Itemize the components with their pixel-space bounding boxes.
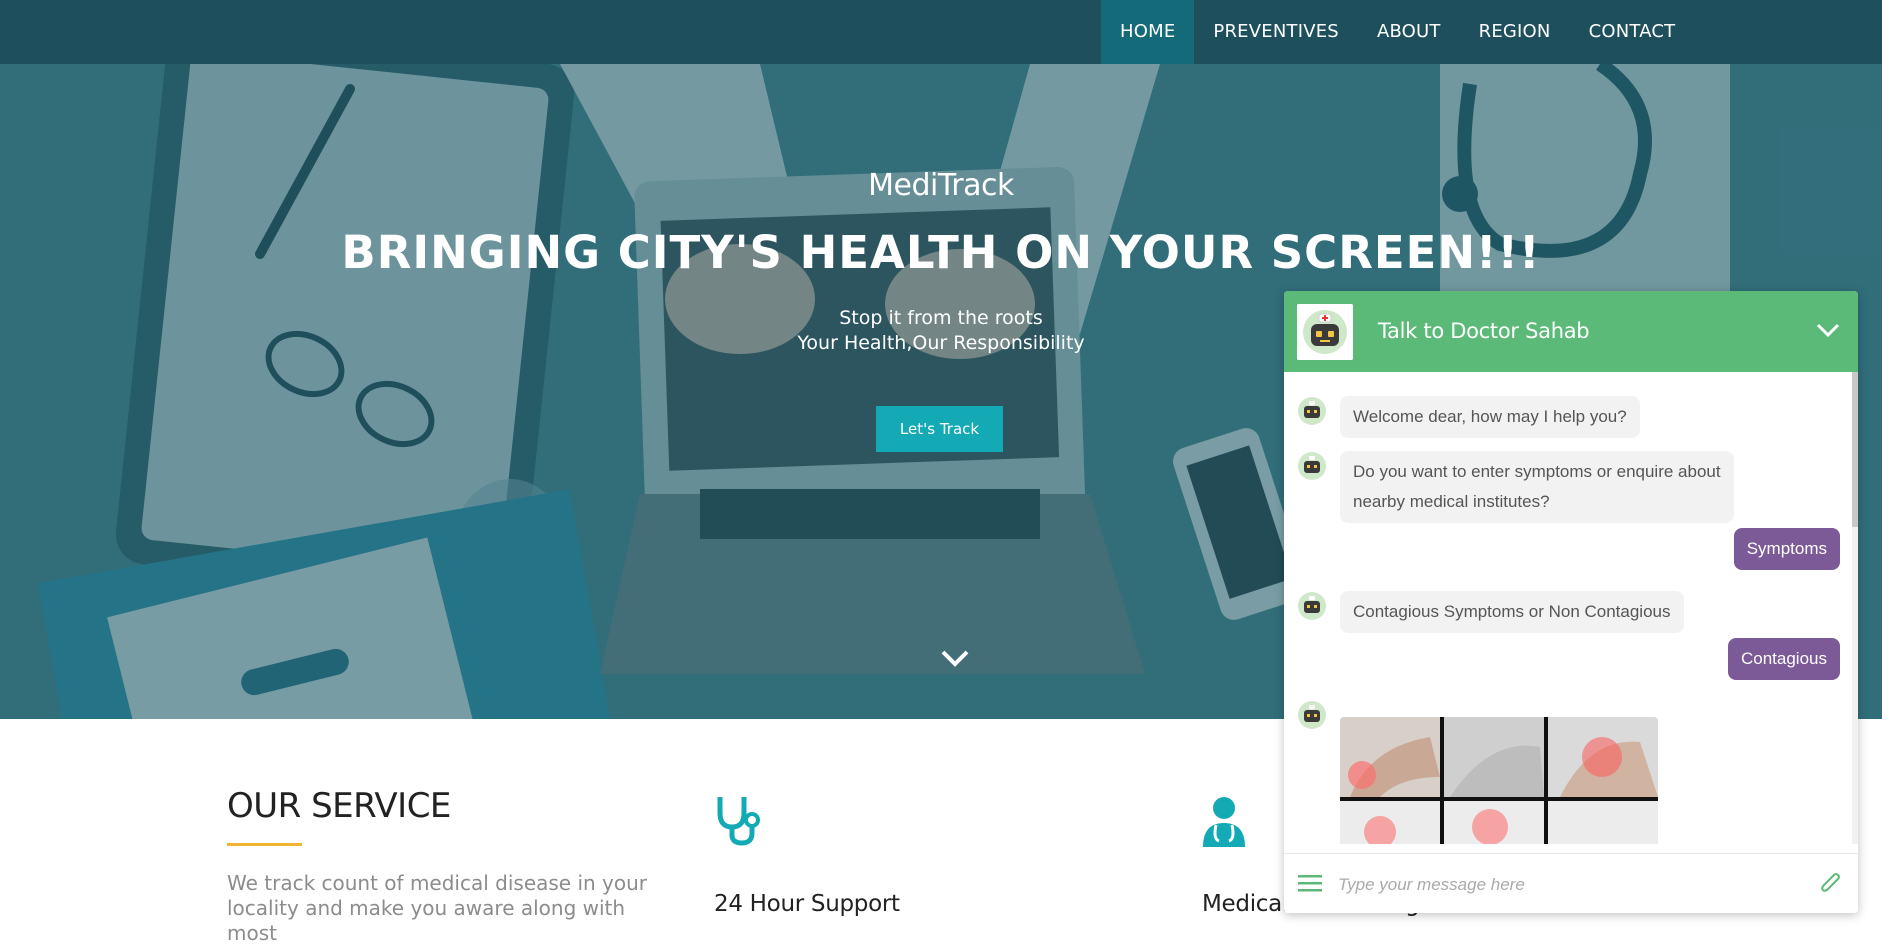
nav-item-preventives[interactable]: PREVENTIVES <box>1194 0 1358 64</box>
bot-avatar-icon <box>1298 701 1326 729</box>
hero-headline: BRINGING CITY'S HEALTH ON YOUR SCREEN!!! <box>341 226 1541 279</box>
bot-message: Welcome dear, how may I help you? <box>1340 396 1640 438</box>
doctor-icon <box>1203 797 1245 847</box>
lets-track-button[interactable]: Let's Track <box>876 406 1003 452</box>
bot-message-line: nearby medical institutes? <box>1353 492 1550 511</box>
chat-input-bar <box>1284 853 1858 913</box>
chatbot-widget: Talk to Doctor Sahab Welcome dear, how m… <box>1284 291 1858 913</box>
nav-item-region[interactable]: REGION <box>1460 0 1570 64</box>
user-message[interactable]: Symptoms <box>1733 528 1840 570</box>
nav-item-contact[interactable]: CONTACT <box>1570 0 1695 64</box>
services-title: OUR SERVICE <box>227 786 451 826</box>
chat-header[interactable]: Talk to Doctor Sahab <box>1284 291 1858 372</box>
bot-message: Do you want to enter symptoms or enquire… <box>1340 451 1734 523</box>
symptoms-image[interactable] <box>1340 717 1658 844</box>
stethoscope-icon <box>717 797 760 846</box>
top-navbar: HOME PREVENTIVES ABOUT REGION CONTACT <box>0 0 1882 64</box>
menu-icon[interactable] <box>1298 874 1322 892</box>
chevron-down-icon[interactable] <box>940 649 970 669</box>
bot-message: Contagious Symptoms or Non Contagious <box>1340 591 1684 633</box>
bot-avatar-icon <box>1298 452 1326 480</box>
service-title-24h-support: 24 Hour Support <box>714 891 900 917</box>
bot-avatar-icon <box>1298 592 1326 620</box>
chat-scrollbar-thumb[interactable] <box>1852 372 1858 527</box>
robot-avatar-icon <box>1297 304 1353 360</box>
chat-title: Talk to Doctor Sahab <box>1378 319 1590 343</box>
nav-item-about[interactable]: ABOUT <box>1358 0 1460 64</box>
chevron-down-icon[interactable] <box>1816 321 1840 339</box>
user-message[interactable]: Contagious <box>1727 638 1840 680</box>
bot-avatar-icon <box>1298 397 1326 425</box>
chat-scrollbar[interactable] <box>1852 372 1858 844</box>
chat-message-input[interactable] <box>1336 866 1770 904</box>
paperclip-icon[interactable] <box>1820 872 1842 896</box>
services-description: We track count of medical disease in you… <box>227 871 648 945</box>
services-title-underline <box>227 843 302 846</box>
nav-menu: HOME PREVENTIVES ABOUT REGION CONTACT <box>1101 0 1694 64</box>
chat-messages[interactable]: Welcome dear, how may I help you? Do you… <box>1284 372 1858 844</box>
nav-item-home[interactable]: HOME <box>1101 0 1195 64</box>
hero-brand: MediTrack <box>868 168 1014 203</box>
bot-message-line: Do you want to enter symptoms or enquire… <box>1353 462 1721 481</box>
